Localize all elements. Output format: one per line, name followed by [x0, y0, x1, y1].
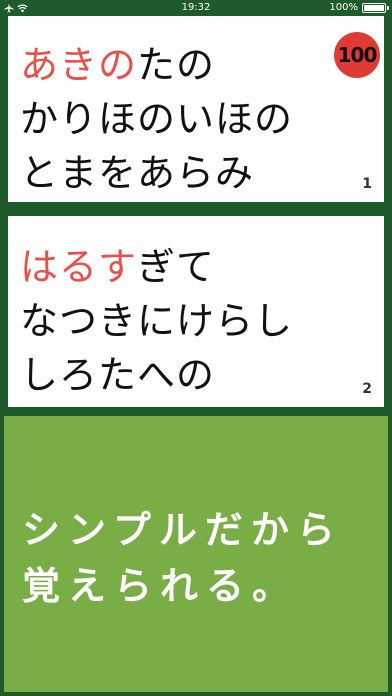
poem-text: はるすぎて なつきにけらし しろたへの: [20, 240, 293, 402]
line-text: しろたへの: [20, 353, 216, 397]
highlighted-kimariji: はるす: [20, 245, 138, 289]
promo-text: シンプルだから 覚えられる。: [22, 502, 343, 614]
score-badge: 100: [334, 32, 380, 78]
battery-level-fill: [364, 5, 384, 11]
poem-card-1[interactable]: あきのたの かりほのいほの とまをあらみ 100 1: [8, 16, 384, 202]
battery-icon: [362, 3, 389, 13]
highlighted-kimariji: あきの: [20, 43, 138, 87]
poem-card-2[interactable]: はるすぎて なつきにけらし しろたへの 2: [8, 216, 384, 407]
line-text: かりほのいほの: [20, 97, 294, 141]
line-text: なつきにけらし: [20, 299, 294, 343]
poem-line: かりほのいほの: [20, 92, 293, 146]
promo-banner: シンプルだから 覚えられる。: [4, 416, 388, 692]
line-text: ぎて: [137, 245, 216, 289]
poem-line: あきのたの: [20, 38, 293, 92]
poem-line: はるすぎて: [20, 240, 293, 294]
status-bar: 19:32 100%: [0, 0, 392, 16]
poem-line: とまをあらみ: [20, 146, 293, 200]
battery-cap: [387, 6, 389, 10]
app-screen: 19:32 100% あきのたの かりほのいほの とまをあらみ 100 1 はる…: [0, 0, 392, 696]
poem-line: なつきにけらし: [20, 294, 293, 348]
card-number: 1: [362, 176, 372, 192]
card-number: 2: [362, 381, 372, 397]
battery-percent: 100%: [329, 2, 358, 13]
line-text: たの: [137, 43, 216, 87]
line-text: とまをあらみ: [20, 151, 255, 195]
promo-line-1: シンプルだから: [22, 508, 343, 552]
poem-line: しろたへの: [20, 348, 293, 402]
promo-line-2: 覚えられる。: [22, 564, 299, 608]
poem-text: あきのたの かりほのいほの とまをあらみ: [20, 38, 293, 200]
status-right: 100%: [329, 0, 389, 16]
